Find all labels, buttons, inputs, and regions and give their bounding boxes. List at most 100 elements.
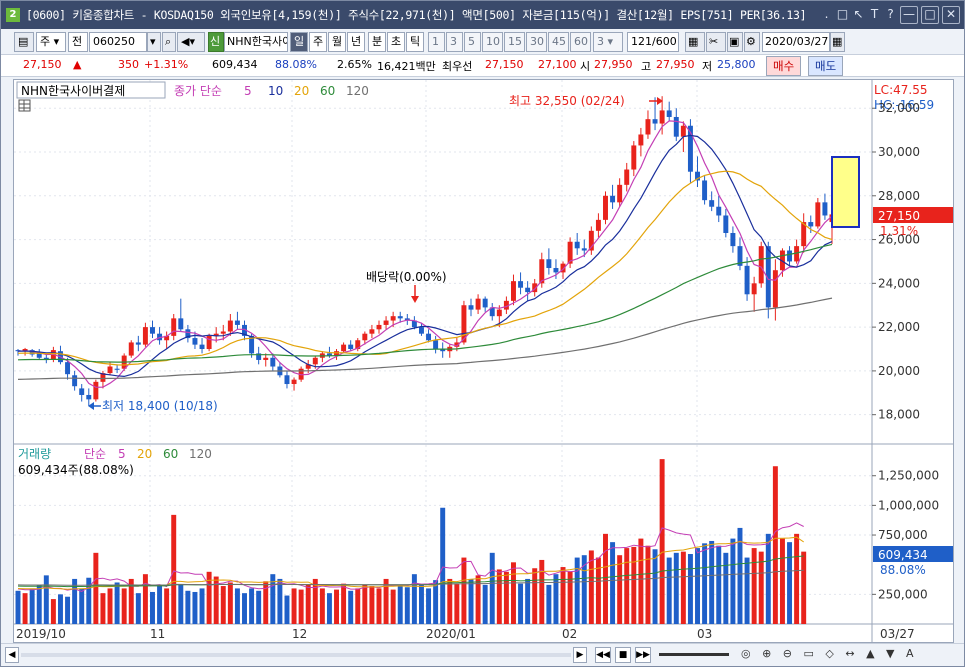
restore-icon[interactable]: .	[820, 6, 833, 22]
save-icon[interactable]: ▣	[727, 32, 743, 52]
candle-body	[709, 200, 715, 207]
link-arrows-icon[interactable]: ↖	[852, 6, 865, 22]
volume-bar	[298, 589, 304, 624]
sell-button[interactable]: 매도	[808, 56, 844, 76]
interval-3[interactable]: 3	[446, 32, 463, 52]
period-tab-second[interactable]: 초	[387, 32, 405, 52]
price-legend-ma-label: 종가 단순	[174, 84, 222, 98]
volume-bar	[801, 551, 807, 624]
period-tab-week[interactable]: 주	[309, 32, 327, 52]
next-icon[interactable]: ▶▶	[635, 647, 651, 663]
volume-bar	[574, 557, 580, 624]
scroll-right-icon[interactable]: ▶	[573, 647, 587, 663]
candle-body	[192, 338, 198, 345]
volume-bar	[369, 586, 375, 624]
interval-10[interactable]: 10	[482, 32, 503, 52]
scroll-left-icon[interactable]: ◀	[5, 647, 19, 663]
interval-select[interactable]: 3 ▾	[593, 32, 623, 52]
close-button[interactable]: ✕	[942, 6, 960, 24]
volume-bar	[503, 571, 509, 624]
volume-bar	[157, 584, 163, 624]
candle-body	[199, 344, 205, 350]
candle-body	[135, 342, 141, 345]
ask-price: 27,150	[485, 58, 524, 71]
volume-bar	[220, 586, 226, 624]
candle-body	[397, 316, 403, 319]
help-icon[interactable]: ?	[884, 6, 897, 22]
sound-icon[interactable]: ◀▾	[177, 32, 205, 52]
zoom-slider[interactable]	[659, 653, 729, 656]
market-select[interactable]: 주 ▾	[36, 32, 66, 52]
candle-body	[603, 195, 608, 220]
xtick-11: 11	[150, 627, 165, 641]
calendar-icon[interactable]: ▦	[830, 32, 845, 52]
tools-icon[interactable]: ✂	[706, 32, 726, 52]
code-input[interactable]: 060250	[89, 32, 147, 52]
volume-bar	[482, 584, 488, 624]
volume-bar	[687, 554, 693, 624]
volume-bar	[114, 582, 120, 624]
volume-bar	[305, 584, 311, 624]
candle-body	[418, 327, 424, 334]
prev-select[interactable]: 전	[68, 32, 88, 52]
list-icon[interactable]: ▤	[14, 32, 34, 52]
volume-bar	[256, 590, 262, 624]
candle-body	[610, 195, 616, 203]
volume-bar	[461, 557, 467, 624]
date-input[interactable]: 2020/03/27	[762, 32, 830, 52]
view-tool-icons[interactable]: ◎ ⊕ ⊖ ▭ ◇ ↔ ▲ ▼ A	[741, 647, 941, 663]
legend-ma120: 120	[346, 84, 369, 98]
ytick-26000: 26,000	[878, 233, 920, 247]
grid-icon[interactable]: ▦	[685, 32, 705, 52]
buy-button[interactable]: 매수	[766, 56, 802, 76]
maximize-button[interactable]: □	[921, 6, 939, 24]
xtick-02: 02	[562, 627, 577, 641]
price-change: 350	[118, 58, 139, 71]
candle-body	[178, 318, 184, 330]
scroll-track[interactable]	[21, 653, 571, 657]
volume-bar	[447, 578, 453, 624]
minimize-button[interactable]: —	[900, 6, 918, 24]
candle-body	[624, 169, 630, 185]
period-tab-minute[interactable]: 분	[368, 32, 386, 52]
current-volume-label: 609,434주(88.08%)	[18, 463, 134, 477]
candle-body	[716, 206, 722, 216]
interval-30[interactable]: 30	[526, 32, 547, 52]
candle-body	[631, 145, 637, 170]
settings-icon[interactable]: ⚙	[744, 32, 760, 52]
interval-5[interactable]: 5	[464, 32, 481, 52]
period-tab-month[interactable]: 월	[328, 32, 346, 52]
volume-bar	[730, 538, 736, 624]
xtick-03-27: 03/27	[880, 627, 915, 641]
interval-60[interactable]: 60	[570, 32, 591, 52]
interval-select-value: 3	[597, 35, 604, 48]
interval-45[interactable]: 45	[548, 32, 569, 52]
chart-area[interactable]: NHN한국사이버결제 종가 단순 5 10 20 60 120 LC:47.55…	[13, 79, 954, 643]
first-icon[interactable]: ◀◀	[595, 647, 611, 663]
frame-icon[interactable]: □	[836, 6, 849, 22]
volume-bar	[489, 552, 495, 624]
stop-icon[interactable]: ■	[615, 647, 631, 663]
volume-bar	[79, 588, 85, 624]
scroll-bar[interactable]: ◀ ▶ ◀◀ ■ ▶▶ ◎ ⊕ ⊖ ▭ ◇ ↔ ▲ ▼ A	[1, 643, 964, 666]
candle-body	[234, 320, 240, 325]
interval-1[interactable]: 1	[428, 32, 445, 52]
period-tab-tick[interactable]: 틱	[406, 32, 424, 52]
vtick-1000000: 1,000,000	[878, 498, 939, 512]
volume-bar	[164, 588, 170, 624]
volume-legend-ma-label: 단순	[84, 447, 106, 461]
period-tab-day[interactable]: 일	[290, 32, 308, 52]
volume-bar	[539, 559, 545, 624]
vol-legend-ma120: 120	[189, 447, 212, 461]
period-tab-year[interactable]: 년	[347, 32, 365, 52]
volume-bar	[560, 567, 566, 624]
search-icon[interactable]: ⌕	[162, 32, 176, 52]
new-badge: 신	[208, 32, 224, 52]
candle-body	[511, 281, 516, 301]
text-t-icon[interactable]: T	[868, 6, 881, 22]
count-field: 121/600	[627, 32, 679, 52]
interval-15[interactable]: 15	[504, 32, 525, 52]
volume-bar	[22, 593, 28, 624]
candlestick-chart[interactable]: NHN한국사이버결제 종가 단순 5 10 20 60 120 LC:47.55…	[14, 80, 953, 642]
code-dropdown-icon[interactable]: ▾	[147, 32, 161, 52]
